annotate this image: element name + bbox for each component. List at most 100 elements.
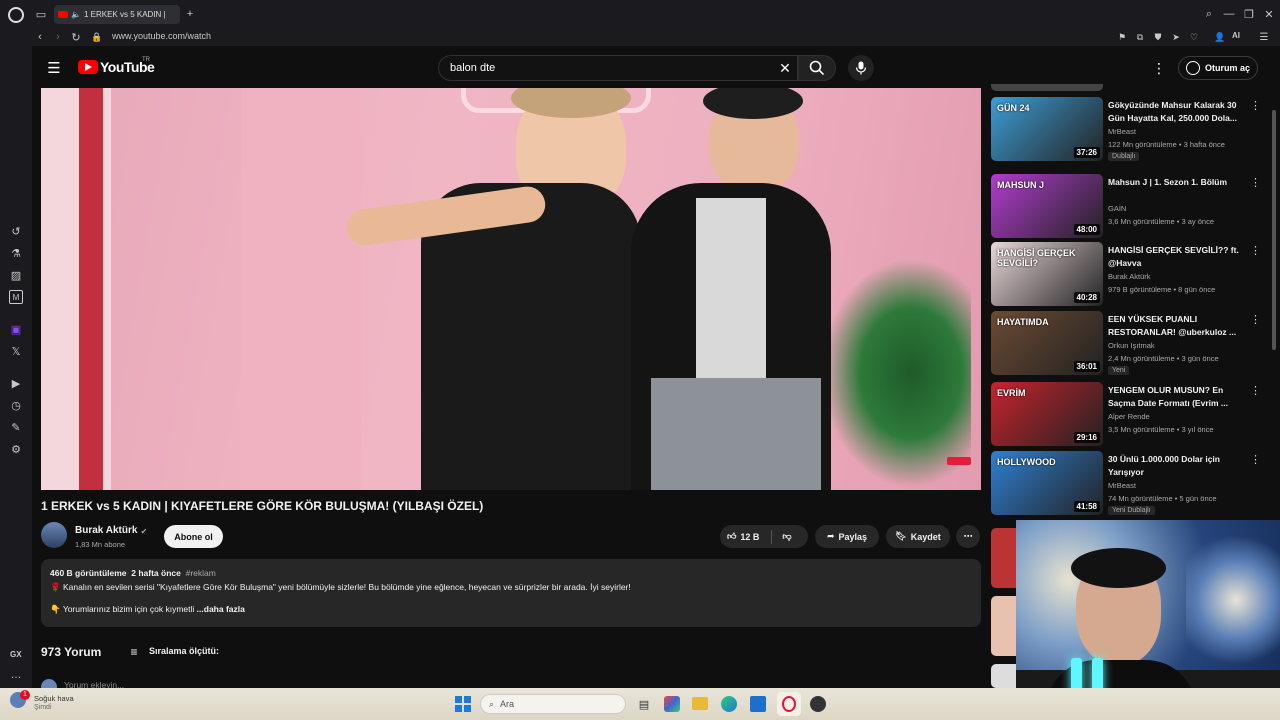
recommendation-thumbnail-partial[interactable] bbox=[991, 664, 1016, 688]
copilot-icon[interactable] bbox=[664, 696, 680, 712]
file-explorer-icon[interactable] bbox=[692, 697, 708, 710]
messenger-icon[interactable]: M bbox=[9, 290, 23, 304]
recommendation-channel[interactable]: GAİN bbox=[1108, 204, 1126, 213]
app-icon[interactable] bbox=[810, 696, 826, 712]
forward-icon[interactable]: › bbox=[52, 30, 64, 44]
recommendation-thumbnail[interactable]: HOLLYWOOD 41:58 bbox=[991, 451, 1103, 515]
recommendation-more-icon[interactable]: ⋮ bbox=[1250, 99, 1261, 112]
recommendation-channel[interactable]: MrBeast bbox=[1108, 127, 1136, 136]
settings-more-icon[interactable]: ⋮ bbox=[1152, 60, 1166, 76]
x-twitter-icon[interactable]: 𝕏 bbox=[9, 344, 23, 358]
opera-logo-icon[interactable] bbox=[8, 7, 24, 23]
speaker-icon[interactable]: 🔈 bbox=[71, 10, 81, 19]
extensions-icon[interactable]: ✎ bbox=[9, 420, 23, 434]
sidebar-more-icon[interactable]: … bbox=[9, 668, 23, 682]
recommendation-item[interactable]: HOLLYWOOD 41:58 30 Ünlü 1.000.000 Dolar iç… bbox=[991, 451, 1261, 515]
recommendation-item[interactable]: EVRİM 29:16 YENGEM OLUR MUSUN? En Saçma Da… bbox=[991, 382, 1261, 446]
channel-avatar[interactable] bbox=[41, 522, 67, 548]
lock-icon[interactable]: 🔒 bbox=[91, 30, 102, 44]
player-icon[interactable]: ▶ bbox=[9, 376, 23, 390]
vpn-icon[interactable]: ⚑ bbox=[1116, 30, 1128, 44]
recommendation-thumbnail[interactable]: MAHSUN J 48:00 bbox=[991, 174, 1103, 238]
recommendation-more-icon[interactable]: ⋮ bbox=[1250, 384, 1261, 397]
video-player[interactable] bbox=[41, 88, 981, 490]
recommendation-title[interactable]: 30 Ünlü 1.000.000 Dolar için Yarışıyor bbox=[1108, 453, 1246, 479]
minimize-icon[interactable]: — bbox=[1222, 7, 1236, 21]
clear-search-icon[interactable]: ✕ bbox=[778, 60, 792, 76]
settings-gear-icon[interactable]: ⚙ bbox=[9, 442, 23, 456]
wallpaper-icon[interactable]: ▨ bbox=[9, 268, 23, 282]
gx-control-icon[interactable]: ⚗ bbox=[9, 246, 23, 260]
subscribe-button[interactable]: Abone ol bbox=[164, 525, 223, 548]
recommendation-thumbnail[interactable]: HAYATIMDA 36:01 bbox=[991, 311, 1103, 375]
channel-name[interactable]: Burak Aktürk bbox=[75, 525, 137, 536]
recommendation-thumbnail-partial[interactable] bbox=[991, 596, 1016, 656]
youtube-logo-icon[interactable] bbox=[78, 60, 98, 74]
clock-icon[interactable]: ◷ bbox=[9, 398, 23, 412]
search-button[interactable] bbox=[798, 55, 836, 81]
recommendation-thumbnail[interactable]: GÜN 24 37:26 bbox=[991, 97, 1103, 161]
workspaces-icon[interactable]: ▭ bbox=[34, 7, 48, 21]
recommendation-channel[interactable]: Orkun Işıtmak bbox=[1108, 341, 1155, 350]
hamburger-menu-icon[interactable]: ☰ bbox=[46, 60, 62, 77]
heart-icon[interactable]: ♡ bbox=[1188, 30, 1200, 44]
recommendation-thumbnail[interactable]: HANGİSİ GERÇEK SEVGİLİ? 40:28 bbox=[991, 242, 1103, 306]
recommendation-more-icon[interactable]: ⋮ bbox=[1250, 244, 1261, 257]
weather-title[interactable]: Soğuk hava bbox=[34, 694, 74, 703]
back-icon[interactable]: ‹ bbox=[34, 30, 46, 44]
recommendation-item[interactable]: HAYATIMDA 36:01 EEN YÜKSEK PUANLI RESTORAN… bbox=[991, 311, 1261, 375]
history-icon[interactable]: ↺ bbox=[9, 224, 23, 238]
like-icon[interactable]: 👍︎ bbox=[727, 531, 736, 542]
share-button[interactable]: ➦ Paylaş bbox=[815, 525, 879, 548]
recommendation-title[interactable]: Mahsun J | 1. Sezon 1. Bölüm bbox=[1108, 176, 1246, 189]
recommendation-item[interactable]: GÜN 24 37:26 Gökyüzünde Mahsur Kalarak 30 … bbox=[991, 97, 1261, 161]
recommendation-title[interactable]: HANGİSİ GERÇEK SEVGİLİ?? ft. @Havva bbox=[1108, 244, 1246, 270]
recommendation-more-icon[interactable]: ⋮ bbox=[1250, 313, 1261, 326]
profile-icon[interactable]: 👤 bbox=[1214, 30, 1226, 44]
easy-setup-icon[interactable]: ☰ bbox=[1258, 30, 1270, 44]
dislike-icon[interactable]: 👎︎ bbox=[782, 531, 791, 542]
search-tabs-icon[interactable]: ⌕ bbox=[1202, 7, 1216, 21]
sort-icon[interactable]: ≡ bbox=[127, 645, 141, 659]
more-actions-button[interactable]: ⋯ bbox=[956, 525, 980, 548]
taskbar-search[interactable]: ⌕ Ara bbox=[480, 694, 626, 714]
snapshot-icon[interactable]: ⧉ bbox=[1134, 30, 1146, 44]
voice-search-button[interactable] bbox=[848, 55, 874, 81]
partial-recommendation[interactable] bbox=[991, 84, 1103, 91]
recommendation-more-icon[interactable]: ⋮ bbox=[1250, 453, 1261, 466]
url-field[interactable]: www.youtube.com/watch bbox=[112, 31, 211, 41]
scrollbar[interactable] bbox=[1272, 110, 1276, 350]
recommendation-item[interactable]: MAHSUN J 48:00 Mahsun J | 1. Sezon 1. Bölü… bbox=[991, 174, 1261, 238]
sign-in-button[interactable]: Oturum aç bbox=[1178, 56, 1258, 80]
opera-gx-taskbar-button[interactable] bbox=[777, 692, 801, 716]
maximize-icon[interactable]: ❐ bbox=[1242, 7, 1256, 21]
twitch-icon[interactable]: ▣ bbox=[9, 322, 23, 336]
save-button[interactable]: 🔖︎ Kaydet bbox=[886, 525, 950, 548]
task-view-icon[interactable]: ▤ bbox=[636, 696, 652, 712]
like-count[interactable]: 12 B bbox=[740, 532, 759, 542]
close-window-icon[interactable]: ✕ bbox=[1262, 7, 1276, 21]
recommendation-more-icon[interactable]: ⋮ bbox=[1250, 176, 1261, 189]
sort-button[interactable]: Sıralama ölçütü: bbox=[149, 646, 219, 656]
recommendation-title[interactable]: Gökyüzünde Mahsur Kalarak 30 Gün Hayatta… bbox=[1108, 99, 1246, 125]
recommendation-thumbnail[interactable]: EVRİM 29:16 bbox=[991, 382, 1103, 446]
recommendation-item[interactable]: HANGİSİ GERÇEK SEVGİLİ? 40:28 HANGİSİ GERÇ… bbox=[991, 242, 1261, 306]
recommendation-channel[interactable]: Alper Rende bbox=[1108, 412, 1150, 421]
recommendation-channel[interactable]: MrBeast bbox=[1108, 481, 1136, 490]
edge-icon[interactable] bbox=[721, 696, 737, 712]
show-more-link[interactable]: ...daha fazla bbox=[197, 604, 245, 614]
send-icon[interactable]: ➤ bbox=[1170, 30, 1182, 44]
recommendation-title[interactable]: EEN YÜKSEK PUANLI RESTORANLAR! @uberkulo… bbox=[1108, 313, 1246, 339]
description-box[interactable]: 460 B görüntüleme 2 hafta önce #reklam 🌹… bbox=[41, 559, 981, 627]
windows-start-icon[interactable] bbox=[455, 696, 471, 712]
search-input[interactable]: balon dte bbox=[438, 55, 798, 81]
new-tab-icon[interactable]: + bbox=[184, 7, 196, 21]
reload-icon[interactable]: ↻ bbox=[70, 30, 82, 44]
recommendation-thumbnail-partial[interactable] bbox=[991, 528, 1016, 588]
tab-active[interactable]: 🔈 1 ERKEK vs 5 KADIN | bbox=[54, 5, 180, 24]
hashtag-link[interactable]: #reklam bbox=[186, 568, 216, 578]
adblock-icon[interactable]: ⛊ bbox=[1152, 30, 1164, 44]
aria-button[interactable]: AI bbox=[1232, 31, 1240, 40]
recommendation-channel[interactable]: Burak Aktürk bbox=[1108, 272, 1151, 281]
store-icon[interactable] bbox=[750, 696, 766, 712]
